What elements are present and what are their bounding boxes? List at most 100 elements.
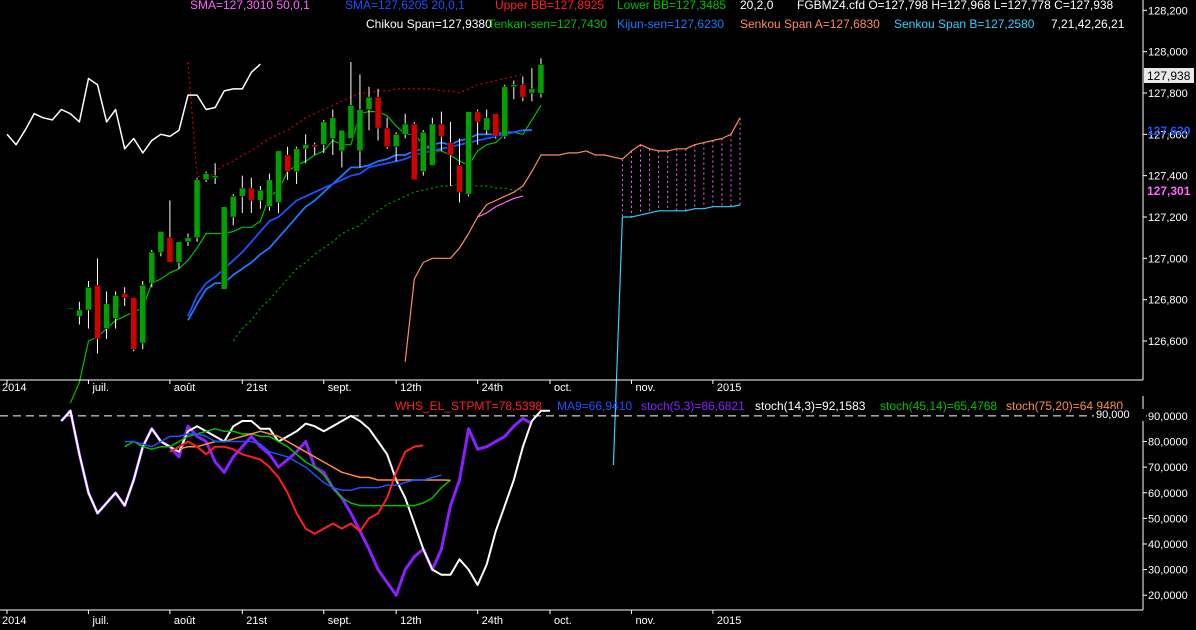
legend-ma9: MA9=66,9410 (557, 399, 632, 413)
candle-body (211, 175, 219, 178)
price-x-tick-label: 2015 (717, 382, 741, 394)
osc-y-tick-label: 70,0000 (1148, 462, 1188, 474)
legend-stoch45: stoch(45,14)=65,4768 (880, 399, 997, 413)
legend-stoch5: stoch(5,3)=86,6821 (641, 399, 745, 413)
candle-body (492, 113, 499, 137)
legend-bb-params: 20,2,0 (740, 0, 774, 12)
sma-badge-text: 127,301 (1147, 184, 1191, 198)
osc-y-tick-label: 80,0000 (1148, 437, 1188, 449)
candle-body (483, 117, 490, 131)
price-x-tick-label: 21st (246, 382, 267, 394)
osc-x-tick-label: sept. (328, 615, 352, 627)
candle-body (293, 148, 300, 172)
candle-body (67, 307, 74, 310)
osc-x-tick-label: août (174, 615, 195, 627)
price-x-tick-label: août (174, 382, 195, 394)
price-y-tick-label: 127,200 (1148, 212, 1188, 224)
candle-body (220, 206, 228, 290)
candle-body (112, 295, 119, 319)
price-x-tick-label: 24th (482, 382, 503, 394)
price-x-tick-label: juil. (91, 382, 109, 394)
price-y-tick-label: 126,800 (1148, 295, 1188, 307)
candle-body (438, 123, 445, 137)
candle-body (474, 111, 481, 123)
candle-body (501, 86, 508, 137)
osc-x-tick-label: oct. (554, 615, 572, 627)
price-y-tick-label: 127,400 (1148, 171, 1188, 183)
candle-body (103, 303, 110, 329)
legend-stoch14: stoch(14,3)=92,1583 (755, 399, 866, 413)
candle-body (401, 123, 409, 135)
candle-body (193, 179, 201, 238)
candle-body (537, 64, 545, 94)
osc-y-tick-label: 60,0000 (1148, 488, 1188, 500)
candle-body (447, 142, 454, 156)
candle-body (175, 241, 183, 263)
candle-body (429, 123, 436, 166)
legend-sma50: SMA=127,3010 50,0,1 (190, 0, 310, 12)
candle-body (248, 187, 255, 201)
candle-body (383, 127, 391, 147)
osc-x-tick-label: 24th (482, 615, 503, 627)
price-x-tick-label: nov. (635, 382, 655, 394)
legend-kijun: Kijun-sen=127,6230 (617, 17, 724, 31)
legend-senkou-b: Senkou Span B=127,2580 (894, 17, 1035, 31)
osc-y-tick-label: 50,0000 (1148, 513, 1188, 525)
osc-y-tick-label: 40,0000 (1148, 539, 1188, 551)
price-y-tick-label: 128,000 (1148, 47, 1188, 59)
candle-body (85, 287, 92, 311)
legend-lower-bb: Lower BB=127,3485 (617, 0, 726, 12)
osc-x-tick-label: 2014 (2, 615, 26, 627)
candle-body (76, 309, 83, 317)
candle-body (148, 251, 156, 284)
candle-body (392, 134, 400, 147)
candle-body (411, 123, 418, 181)
last-price-badge-text: 127,938 (1147, 69, 1191, 83)
candle-body (320, 121, 327, 145)
legend-ichimoku-params: 7,21,42,26,21 (1051, 17, 1125, 31)
legend-whs: WHS_EL_STPMT=78,5398 (395, 399, 542, 413)
chart-svg: 128,200128,000127,800127,600127,400127,2… (0, 0, 1196, 630)
candle-body (528, 88, 536, 94)
chart-background (0, 0, 1196, 630)
kijun-badge-text: 127,620 (1147, 124, 1191, 138)
candle-body (510, 84, 518, 88)
candle-body (456, 165, 463, 193)
price-x-tick-label: sept. (328, 382, 352, 394)
osc-x-tick-label: nov. (635, 615, 655, 627)
legend-tenkan: Tenkan-sen=127,7430 (488, 17, 607, 31)
candle-body (121, 293, 128, 298)
legend-ohlc: FGBMZ4.cfd O=127,798 H=127,968 L=127,778… (797, 0, 1114, 12)
osc-y-tick-label: 30,0000 (1148, 565, 1188, 577)
legend-senkou-a: Senkou Span A=127,6830 (740, 17, 880, 31)
candle-body (130, 297, 137, 350)
candle-body (266, 179, 273, 207)
candle-body (139, 284, 146, 344)
candle-body (465, 111, 472, 195)
candle-body (338, 129, 346, 152)
price-x-tick-label: oct. (554, 382, 572, 394)
osc-y-tick-label: 20,0000 (1148, 590, 1188, 602)
candle-body (356, 109, 364, 152)
osc-x-tick-label: 2015 (717, 615, 741, 627)
price-y-tick-label: 127,000 (1148, 253, 1188, 265)
candle-body (239, 187, 246, 197)
candle-body (420, 132, 427, 172)
candle-body (374, 96, 382, 129)
osc-x-tick-label: 12th (400, 615, 421, 627)
candle-body (519, 84, 527, 98)
candle-body (257, 189, 264, 201)
osc-x-tick-label: 21st (246, 615, 267, 627)
price-x-tick-label: 2014 (2, 382, 26, 394)
candle-body (311, 144, 318, 147)
candle-body (329, 117, 337, 139)
price-x-tick-label: 12th (400, 382, 421, 394)
osc-x-tick-label: juil. (91, 615, 109, 627)
candle-body (157, 231, 165, 253)
candle-body (166, 237, 174, 263)
candle-body (230, 196, 237, 218)
candle-body (284, 154, 291, 172)
candle-body (347, 105, 355, 139)
legend-chikou: Chikou Span=127,9380 (366, 17, 492, 31)
legend-sma20: SMA=127,6205 20,0,1 (345, 0, 465, 12)
